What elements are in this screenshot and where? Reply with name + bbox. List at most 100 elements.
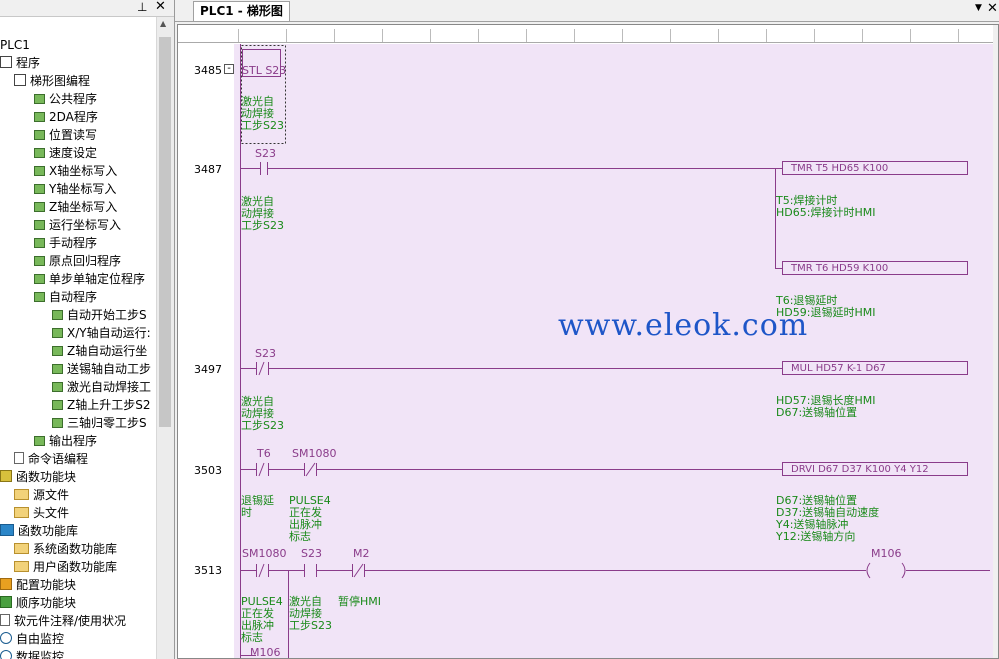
instruction-box[interactable]: DRVI D67 D37 K100 Y4 Y12: [782, 462, 968, 476]
contact-label[interactable]: S23: [301, 547, 322, 560]
tree-item-label: 梯形图编程: [30, 74, 91, 88]
subprogram-icon: [34, 274, 45, 284]
tree-item-label: 软元件注释/使用状况: [14, 614, 127, 628]
tree-item-label: Z轴自动运行坐: [67, 344, 148, 358]
subprogram-icon: [34, 238, 45, 248]
tree-scrollbar[interactable]: ▲: [156, 17, 174, 659]
subprogram-icon: [34, 94, 45, 104]
tree-item[interactable]: 用户函数功能库: [14, 558, 117, 576]
subprogram-icon: [34, 202, 45, 212]
tree-item-label: 自动程序: [49, 290, 98, 304]
instruction-box[interactable]: MUL HD57 K-1 D67: [782, 361, 968, 375]
scroll-up-icon[interactable]: ▲: [160, 19, 166, 28]
stl-instruction[interactable]: STL S23: [242, 64, 286, 77]
tab-ladder[interactable]: PLC1 - 梯形图: [193, 1, 290, 21]
tree-item-label: 速度设定: [49, 146, 98, 160]
contact-label[interactable]: S23: [255, 347, 276, 360]
instruction-box[interactable]: TMR T6 HD59 K100: [782, 261, 968, 275]
folder-icon: [14, 489, 29, 500]
tree-item[interactable]: Z轴自动运行坐: [52, 342, 147, 360]
tree-item-label: 自动开始工步S: [67, 308, 147, 322]
tree-item[interactable]: 函数功能块: [0, 468, 76, 486]
tree-item[interactable]: Y轴坐标写入: [34, 180, 116, 198]
contact-comment: 暂停HMI: [338, 595, 382, 608]
tree-item-label: 源文件: [33, 488, 70, 502]
editor-scrollbar[interactable]: [993, 25, 998, 658]
tree-item[interactable]: 速度设定: [34, 144, 97, 162]
tree-item-label: Z轴上升工步S2: [67, 398, 151, 412]
function-block-icon: [0, 470, 12, 482]
tree-item[interactable]: PLC1: [0, 36, 30, 54]
instruction-comment: HD57:退锡长度HMI D67:送锡轴位置: [776, 394, 876, 419]
tree-item[interactable]: 顺序功能块: [0, 594, 76, 612]
monitor-icon: [0, 650, 12, 659]
tree-item[interactable]: 程序: [0, 54, 40, 72]
tree-item[interactable]: 软元件注释/使用状况: [0, 612, 126, 630]
tree-item[interactable]: Z轴坐标写入: [34, 198, 117, 216]
tree-item[interactable]: 梯形图编程: [14, 72, 90, 90]
tree-item[interactable]: 自动开始工步S: [52, 306, 147, 324]
tree-item[interactable]: 头文件: [14, 504, 69, 522]
subprogram-icon: [34, 184, 45, 194]
tree-item-label: 送锡轴自动工步: [67, 362, 152, 376]
stl-comment: 激光自 动焊接 工步S23: [241, 95, 284, 132]
subprogram-icon: [52, 382, 63, 392]
tree-item[interactable]: 原点回归程序: [34, 252, 121, 270]
tree-item[interactable]: 源文件: [14, 486, 69, 504]
tree-item[interactable]: 配置功能块: [0, 576, 76, 594]
contact-label[interactable]: M106: [250, 646, 281, 658]
tree-item[interactable]: 送锡轴自动工步: [52, 360, 151, 378]
contact-label[interactable]: T6: [257, 447, 271, 460]
tree-item[interactable]: 自由监控: [0, 630, 64, 648]
scrollbar-thumb[interactable]: [159, 37, 171, 427]
sfc-icon: [0, 596, 12, 608]
tree-item-label: 手动程序: [49, 236, 98, 250]
contact-label[interactable]: M2: [353, 547, 370, 560]
subprogram-icon: [34, 220, 45, 230]
contact-comment: 激光自 动焊接 工步S23: [289, 595, 332, 632]
tree-item-label: X/Y轴自动运行:: [67, 326, 151, 340]
tree-item[interactable]: 公共程序: [34, 90, 97, 108]
tree-item-label: 位置读写: [49, 128, 98, 142]
close-icon[interactable]: ✕: [155, 0, 166, 14]
subprogram-icon: [52, 364, 63, 374]
contact-label[interactable]: SM1080: [242, 547, 286, 560]
tab-list-icon[interactable]: ▼: [975, 3, 982, 13]
tree-item[interactable]: 输出程序: [34, 432, 97, 450]
tree-item[interactable]: 2DA程序: [34, 108, 98, 126]
tree-item[interactable]: 三轴归零工步S: [52, 414, 147, 432]
tree-item[interactable]: 数据监控: [0, 648, 64, 659]
subprogram-icon: [34, 148, 45, 158]
tree-item[interactable]: Z轴上升工步S2: [52, 396, 150, 414]
tree-item[interactable]: 函数功能库: [0, 522, 78, 540]
tree-item-label: 系统函数功能库: [33, 542, 118, 556]
tree-item[interactable]: 手动程序: [34, 234, 97, 252]
tree-item[interactable]: 系统函数功能库: [14, 540, 117, 558]
tab-close-icon[interactable]: ✕: [987, 1, 998, 16]
tree-item[interactable]: 位置读写: [34, 126, 97, 144]
tree-item-label: 公共程序: [49, 92, 98, 106]
program-icon: [0, 56, 12, 68]
tree-item[interactable]: 单步单轴定位程序: [34, 270, 145, 288]
tree-item-label: 程序: [16, 56, 41, 70]
subprogram-icon: [34, 112, 45, 122]
subprogram-icon: [34, 166, 45, 176]
tree-item-label: 函数功能库: [18, 524, 79, 538]
tree-item[interactable]: X/Y轴自动运行:: [52, 324, 151, 342]
tab-label: PLC1 - 梯形图: [200, 4, 283, 18]
coil-label[interactable]: M106: [871, 547, 902, 560]
tree-item[interactable]: 运行坐标写入: [34, 216, 121, 234]
tree-item-label: X轴坐标写入: [49, 164, 118, 178]
tree-item[interactable]: X轴坐标写入: [34, 162, 117, 180]
tree-item[interactable]: 激光自动焊接工: [52, 378, 151, 396]
contact-label[interactable]: SM1080: [292, 447, 336, 460]
ladder-icon: [14, 74, 26, 86]
tree-item-label: 输出程序: [49, 434, 98, 448]
instruction-box[interactable]: TMR T5 HD65 K100: [782, 161, 968, 175]
folder-icon: [14, 543, 29, 554]
tree-item[interactable]: 自动程序: [34, 288, 97, 306]
tree-item-label: PLC1: [0, 38, 30, 52]
tree-item[interactable]: 命令语编程: [14, 450, 88, 468]
contact-label[interactable]: S23: [255, 147, 276, 160]
project-tree-panel: ⊥ ✕ PLC1 程序 梯形图编程 公共程序 2DA程序 位置读写 速度设定 X轴坐标写入 Y轴…: [0, 0, 175, 659]
